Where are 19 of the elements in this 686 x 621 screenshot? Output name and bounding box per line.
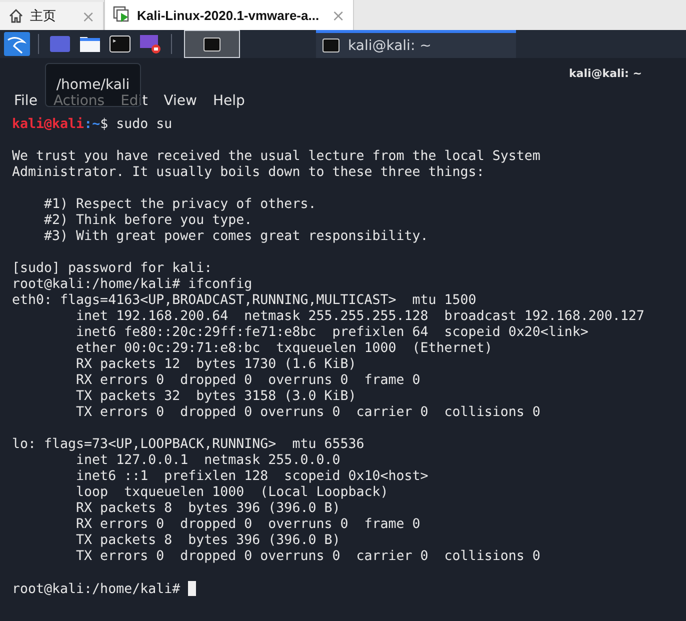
menu-item[interactable]: View xyxy=(156,93,205,109)
menu-item[interactable]: Help xyxy=(204,93,253,109)
taskbar-window[interactable]: kali@kali: ~ xyxy=(316,30,516,58)
terminal-icon[interactable] xyxy=(109,35,131,53)
desktop-icon[interactable] xyxy=(49,35,71,53)
kali-logo-icon[interactable] xyxy=(4,32,30,56)
browser-tab[interactable]: Kali-Linux-2020.1-vmware-a... × xyxy=(104,0,354,30)
menu-item[interactable]: Actions xyxy=(45,93,113,109)
text-cursor xyxy=(188,581,196,596)
window-title: kali@kali: ~ xyxy=(568,66,642,80)
home-icon xyxy=(8,8,24,24)
screen-recorder-icon[interactable] xyxy=(139,34,161,54)
workspace-switcher[interactable] xyxy=(184,30,240,58)
menu-item[interactable]: File xyxy=(6,93,46,109)
terminal-icon xyxy=(203,36,221,52)
terminal-icon xyxy=(322,38,340,53)
folder-icon[interactable] xyxy=(79,35,101,53)
browser-tab[interactable]: 主页 × xyxy=(0,2,104,30)
vm-icon xyxy=(113,6,131,24)
